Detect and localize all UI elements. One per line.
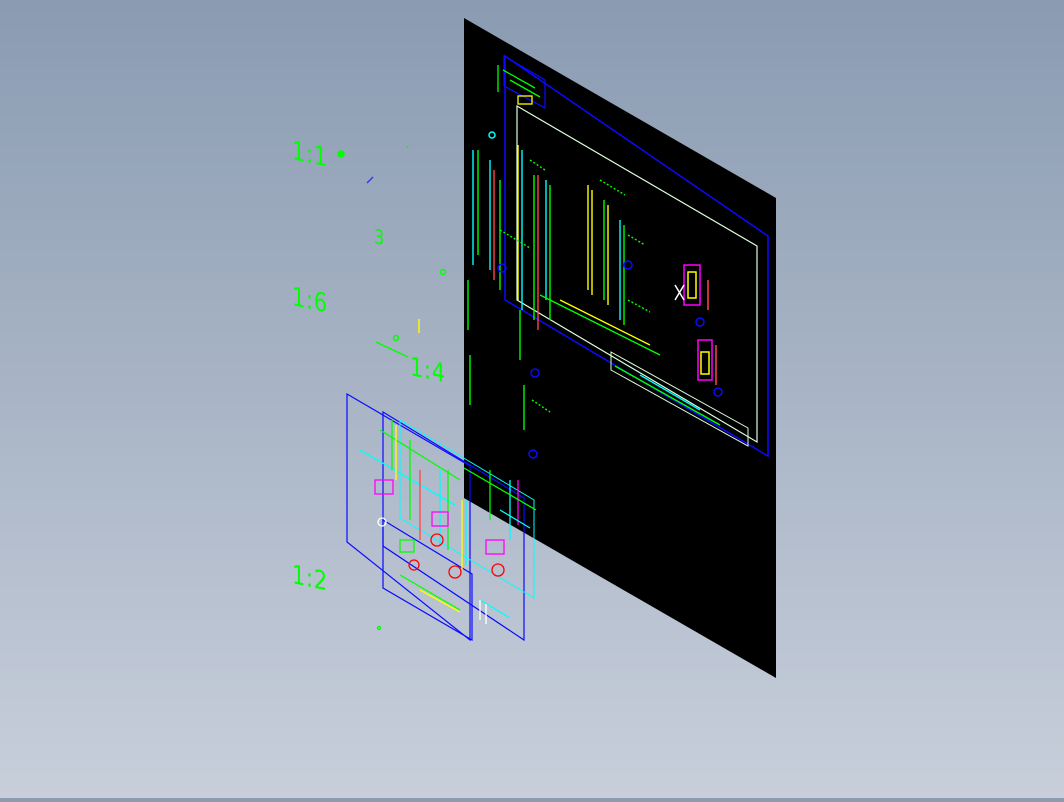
main-drawing-sheet[interactable] — [464, 18, 776, 678]
isometric-drawing-view — [337, 18, 776, 678]
cad-model-viewport[interactable]: 1:1 1:6 1:4 1:2 3 — [0, 0, 1064, 798]
small-sheet-3[interactable] — [382, 518, 473, 642]
small-label-3[interactable]: 3 — [374, 224, 385, 250]
floating-markers — [337, 145, 447, 631]
